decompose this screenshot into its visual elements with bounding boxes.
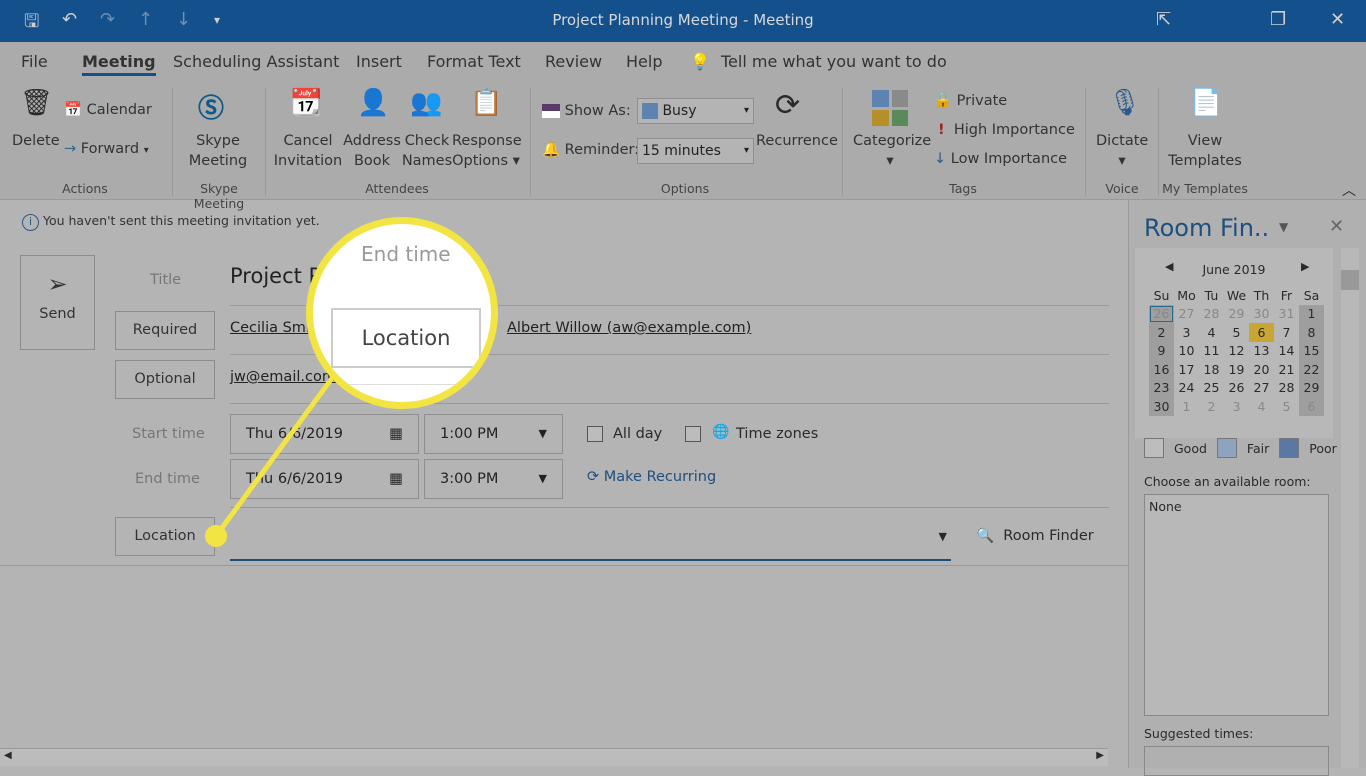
divider bbox=[313, 384, 491, 385]
callout-dot bbox=[205, 525, 227, 547]
magnified-location-button: Location bbox=[331, 308, 481, 368]
magnifier: End time Location bbox=[306, 217, 498, 409]
callout-line bbox=[205, 368, 341, 547]
magnified-end-time: End time bbox=[361, 242, 451, 266]
